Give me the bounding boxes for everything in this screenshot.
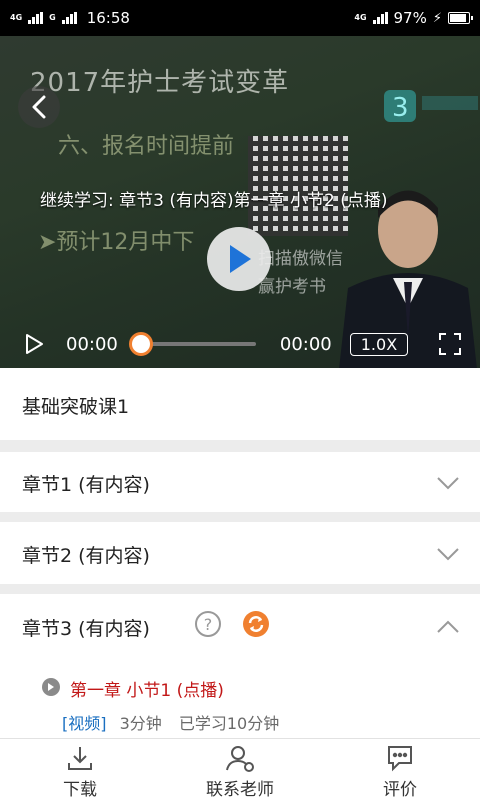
lesson-meta: [视频] 3分钟 已学习10分钟 — [62, 710, 279, 734]
lesson-duration: 3分钟 — [119, 714, 162, 733]
brand-logo-icon: 3 — [384, 90, 478, 123]
battery-icon — [448, 12, 473, 24]
chapter-row[interactable]: 章节1 (有内容) — [0, 452, 480, 512]
help-icon[interactable]: ? — [194, 610, 222, 638]
svg-text:3: 3 — [392, 93, 409, 123]
tab-download[interactable]: 下载 — [0, 739, 160, 800]
chapter-label: 章节3 (有内容) — [22, 618, 150, 640]
chevron-down-icon — [437, 548, 459, 561]
comment-icon — [388, 746, 412, 772]
seek-handle[interactable] — [128, 332, 153, 356]
play-button[interactable] — [207, 227, 271, 291]
chapter-row[interactable]: 章节2 (有内容) — [0, 522, 480, 584]
control-play-icon[interactable] — [22, 332, 46, 356]
bottom-nav: 下载 联系老师 评价 — [0, 738, 480, 800]
back-button[interactable] — [18, 86, 60, 128]
tab-label: 联系老师 — [206, 780, 274, 800]
video-board-line: 六、报名时间提前 — [58, 134, 235, 159]
course-title: 基础突破课1 — [22, 396, 130, 418]
back-arrow-icon — [32, 95, 46, 119]
network-label-3: 4G — [354, 13, 367, 22]
tab-label: 下载 — [63, 780, 97, 800]
lesson-progress: 已学习10分钟 — [178, 714, 280, 733]
battery-percent: 97% — [393, 9, 427, 27]
svg-text:?: ? — [204, 615, 213, 634]
continue-learning-title: 继续学习: 章节3 (有内容)第一章 小节2 (点播) — [40, 191, 388, 211]
clock: 16:58 — [86, 9, 130, 27]
seek-bar[interactable] — [128, 332, 256, 356]
total-time: 00:00 — [279, 333, 332, 355]
network-label: 4G — [10, 13, 23, 22]
lesson-play-icon — [42, 678, 60, 696]
play-icon — [230, 245, 251, 273]
download-icon — [68, 747, 92, 770]
video-player[interactable]: 2017年护士考试变革 六、报名时间提前 ➤预计12月中下 扫描傲微信 赢护考书… — [0, 36, 480, 368]
tab-label: 评价 — [383, 780, 417, 800]
chevron-down-icon — [437, 477, 459, 490]
playback-speed-button[interactable]: 1.0X — [349, 332, 409, 356]
refresh-icon[interactable] — [242, 610, 270, 638]
lesson-title: 第一章 小节1 (点播) — [70, 681, 224, 701]
chapter-label: 章节2 (有内容) — [22, 545, 150, 567]
signal-icon-3 — [372, 12, 388, 24]
tab-contact-teacher[interactable]: 联系老师 — [160, 739, 320, 800]
tab-review[interactable]: 评价 — [320, 739, 480, 800]
course-header: 基础突破课1 — [0, 368, 480, 440]
lesson-type-tag: [视频] — [62, 714, 107, 733]
network-label-2: G — [49, 13, 56, 22]
signal-icon-2 — [61, 12, 77, 24]
signal-icon — [28, 12, 44, 24]
video-board-line: 赢护考书 — [258, 277, 326, 297]
current-time: 00:00 — [66, 333, 118, 355]
charging-icon: ⚡ — [432, 10, 442, 26]
fullscreen-icon[interactable] — [438, 332, 462, 356]
video-board-title: 2017年护士考试变革 — [30, 68, 290, 98]
chevron-up-icon — [437, 620, 459, 633]
player-controls: 00:00 00:00 1.0X — [0, 322, 480, 366]
status-bar: 4G G 16:58 4G 97% ⚡ — [0, 0, 480, 36]
video-board-line: ➤预计12月中下 — [38, 230, 195, 255]
user-chat-icon — [226, 746, 254, 772]
chapter-label: 章节1 (有内容) — [22, 474, 150, 496]
